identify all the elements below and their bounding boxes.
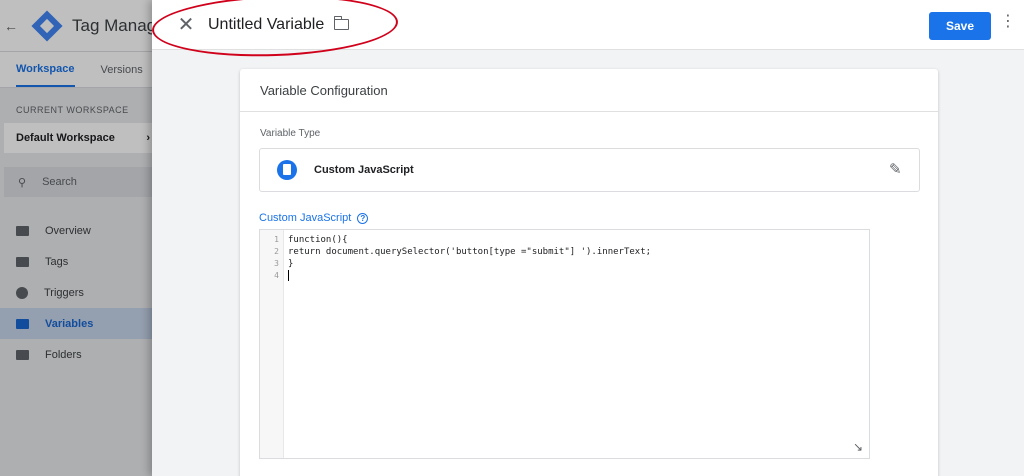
card-title: Variable Configuration — [240, 69, 938, 112]
variable-editor-panel: ✕ Untitled Variable Save ⋮ Variable Conf… — [151, 0, 1024, 476]
variable-name-field[interactable]: Untitled Variable — [208, 16, 324, 34]
variable-type-selector[interactable]: Custom JavaScript ✎ — [259, 148, 920, 192]
variable-type-name: Custom JavaScript — [314, 164, 414, 176]
edit-pencil-icon[interactable]: ✎ — [889, 162, 905, 178]
line-number: 4 — [274, 271, 279, 280]
text-cursor — [288, 270, 289, 281]
code-line: return document.querySelector('button[ty… — [288, 247, 652, 257]
resize-icon[interactable]: ↘ — [853, 441, 863, 453]
code-line: } — [288, 259, 294, 269]
save-button[interactable]: Save — [929, 12, 991, 40]
code-line: function(){ — [288, 235, 348, 245]
line-number: 1 — [274, 235, 279, 244]
more-vert-icon[interactable]: ⋮ — [1000, 14, 1016, 30]
variable-type-label: Variable Type — [260, 128, 321, 139]
custom-javascript-label-text: Custom JavaScript — [259, 212, 352, 224]
code-area[interactable]: function(){ return document.querySelecto… — [284, 230, 651, 458]
code-line-cursor — [288, 270, 651, 282]
folder-icon[interactable] — [333, 16, 350, 30]
close-icon[interactable]: ✕ — [166, 12, 206, 37]
custom-javascript-label: Custom JavaScript ? — [259, 212, 938, 224]
line-number: 3 — [274, 259, 279, 268]
document-icon — [277, 160, 297, 180]
code-editor[interactable]: 1 2 3 4 function(){ return document.quer… — [259, 229, 870, 459]
help-icon[interactable]: ? — [357, 212, 369, 224]
panel-header: ✕ Untitled Variable Save ⋮ — [151, 0, 1024, 61]
line-number-gutter: 1 2 3 4 — [260, 230, 284, 458]
dim-overlay[interactable] — [0, 0, 160, 476]
variable-configuration-card: Variable Configuration Variable Type Cus… — [240, 69, 938, 476]
line-number: 2 — [274, 247, 279, 256]
